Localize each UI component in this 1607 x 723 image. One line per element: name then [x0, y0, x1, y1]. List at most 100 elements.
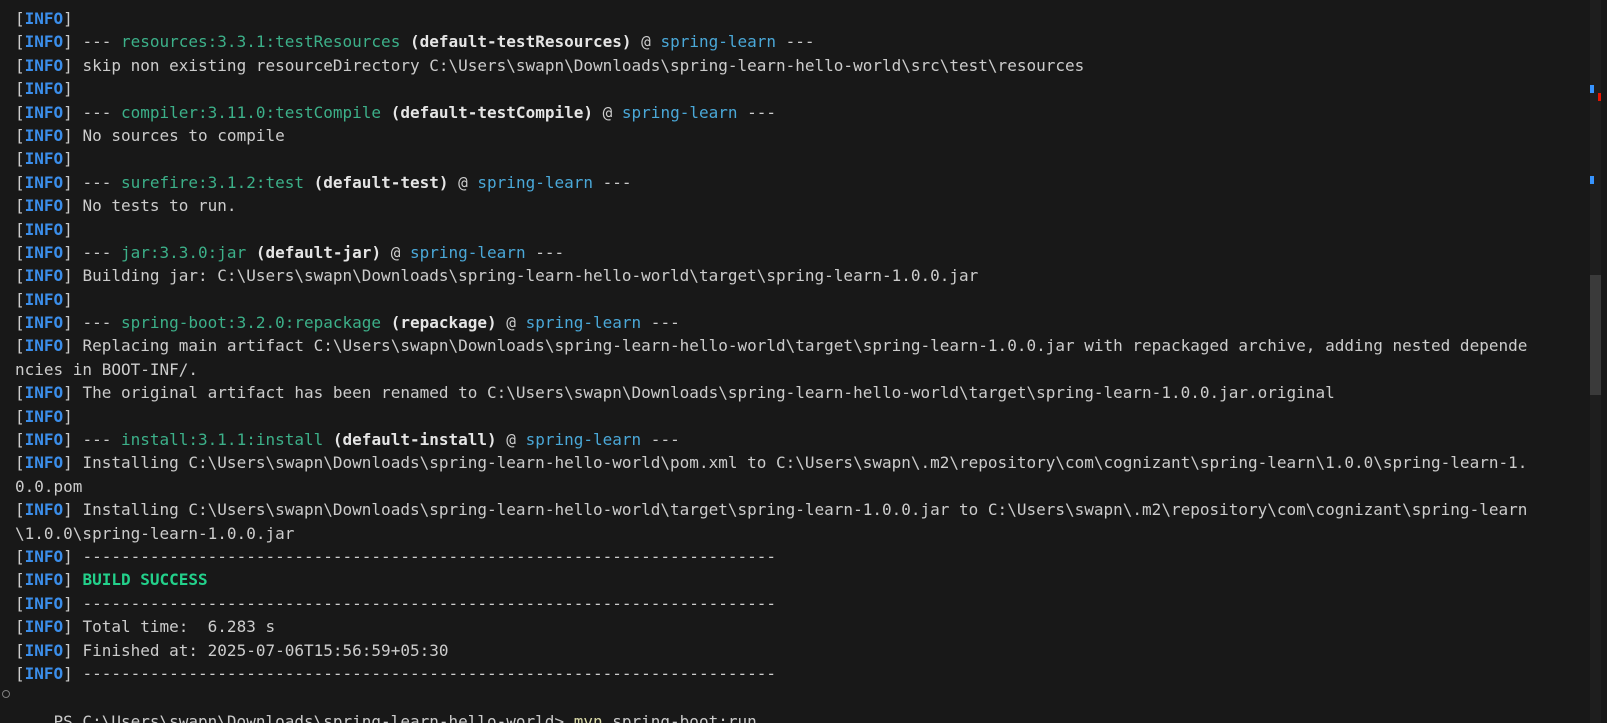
- terminal-text: ]: [63, 9, 73, 28]
- log-level-tag: INFO: [24, 125, 64, 145]
- terminal-text: @: [448, 172, 478, 192]
- terminal-prompt[interactable]: PS C:\Users\swapn\Downloads\spring-learn…: [15, 686, 757, 723]
- terminal-line: [INFO] --- install:3.1.1:install (defaul…: [15, 428, 1570, 451]
- scrollbar-thumb[interactable]: [1590, 275, 1601, 395]
- terminal-text: (default-jar): [255, 242, 382, 262]
- vertical-scrollbar[interactable]: [1590, 0, 1601, 723]
- log-level-tag: INFO: [24, 79, 64, 99]
- terminal-text: [: [15, 172, 25, 192]
- terminal-line: [INFO] --- spring-boot:3.2.0:repackage (…: [15, 311, 1570, 334]
- terminal-text: ]: [63, 79, 73, 99]
- terminal-text: [: [15, 383, 25, 403]
- terminal-text: @: [381, 242, 410, 262]
- terminal-line: \1.0.0\spring-learn-1.0.0.jar: [15, 522, 1570, 545]
- terminal-text: [: [15, 336, 25, 356]
- terminal-output: [INFO] [INFO] --- resources:3.3.1:testRes…: [15, 7, 1570, 685]
- terminal-line: [INFO] --- compiler:3.11.0:testCompile (…: [15, 101, 1570, 124]
- terminal-line: [INFO] The original artifact has been re…: [15, 381, 1570, 404]
- terminal-text: ] --------------------------------------…: [63, 546, 776, 566]
- terminal-text: spring-learn: [525, 430, 642, 450]
- log-level-tag: INFO: [24, 546, 64, 566]
- terminal-text: @: [593, 102, 622, 122]
- terminal-text: (default-install): [332, 430, 497, 450]
- terminal-text: compiler:3.11.0:testCompile: [120, 102, 382, 122]
- terminal-text: [: [15, 500, 25, 520]
- terminal-text: (repackage): [390, 313, 497, 333]
- terminal-line: [INFO] Finished at: 2025-07-06T15:56:59+…: [15, 639, 1570, 662]
- scrollbar-marker: [1590, 176, 1594, 184]
- terminal-text: [: [15, 32, 25, 52]
- terminal-line: 0.0.pom: [15, 475, 1570, 498]
- terminal-panel[interactable]: [INFO] [INFO] --- resources:3.3.1:testRes…: [0, 0, 1590, 723]
- terminal-text: spring-learn: [525, 313, 642, 333]
- terminal-text: ]: [63, 149, 73, 169]
- terminal-text: [: [15, 266, 25, 286]
- terminal-line: [INFO] Building jar: C:\Users\swapn\Down…: [15, 264, 1570, 287]
- terminal-text: (default-testCompile): [390, 102, 593, 122]
- terminal-text: surefire:3.1.2:test: [120, 172, 304, 192]
- terminal-line: [INFO] ---------------------------------…: [15, 662, 1570, 685]
- terminal-line: [INFO]: [15, 288, 1570, 311]
- terminal-line: [INFO] Installing C:\Users\swapn\Downloa…: [15, 498, 1570, 521]
- terminal-text: [: [15, 55, 25, 75]
- terminal-text: ] ---: [63, 32, 121, 52]
- terminal-text: ] ---: [63, 313, 121, 333]
- terminal-line: [INFO] No tests to run.: [15, 194, 1570, 217]
- terminal-text: install:3.1.1:install: [120, 430, 324, 450]
- log-level-tag: INFO: [24, 500, 64, 520]
- terminal-line: [INFO] skip non existing resourceDirecto…: [15, 54, 1570, 77]
- log-level-tag: INFO: [24, 55, 64, 75]
- terminal-text: ] ---: [63, 242, 121, 262]
- terminal-text: [: [15, 663, 25, 683]
- terminal-text: [: [15, 102, 25, 122]
- terminal-text: ] ---: [63, 102, 121, 122]
- terminal-line: [INFO] ---------------------------------…: [15, 545, 1570, 568]
- terminal-line: [INFO] Replacing main artifact C:\Users\…: [15, 334, 1570, 357]
- log-level-tag: INFO: [24, 663, 64, 683]
- terminal-line: [INFO] --- jar:3.3.0:jar (default-jar) @…: [15, 241, 1570, 264]
- terminal-line: [INFO]: [15, 218, 1570, 241]
- command-decoration-icon[interactable]: [2, 690, 10, 698]
- terminal-text: [: [15, 546, 25, 566]
- terminal-text: ---: [641, 313, 680, 333]
- terminal-text: @: [496, 313, 526, 333]
- log-level-tag: INFO: [24, 313, 64, 333]
- log-level-tag: INFO: [24, 406, 64, 426]
- terminal-text: spring-learn: [477, 172, 593, 192]
- terminal-line: [INFO] BUILD SUCCESS: [15, 568, 1570, 591]
- terminal-text: [: [15, 617, 25, 637]
- terminal-text: ---: [593, 172, 632, 192]
- log-level-tag: INFO: [24, 102, 64, 122]
- terminal-text: ] Total time: 6.283 s: [63, 617, 276, 637]
- terminal-text: ] No tests to run.: [63, 196, 237, 216]
- terminal-text: spring-learn: [409, 242, 526, 262]
- terminal-text: [: [15, 79, 25, 99]
- terminal-text: resources:3.3.1:testResources: [120, 32, 401, 52]
- log-level-tag: INFO: [24, 617, 64, 637]
- log-level-tag: INFO: [24, 149, 64, 169]
- terminal-text: [: [15, 149, 25, 169]
- terminal-text: ] Finished at: 2025-07-06T15:56:59+05:30: [63, 640, 449, 660]
- log-level-tag: INFO: [24, 196, 64, 216]
- terminal-text: ---: [641, 430, 680, 450]
- terminal-text: @: [496, 430, 526, 450]
- terminal-text: (default-testResources): [409, 32, 632, 52]
- terminal-line: [INFO] ---------------------------------…: [15, 592, 1570, 615]
- terminal-text: ] Installing C:\Users\swapn\Downloads\sp…: [63, 500, 1528, 520]
- terminal-text: [: [15, 289, 25, 309]
- terminal-line: [INFO]: [15, 147, 1570, 170]
- terminal-line: [INFO]: [15, 7, 1570, 30]
- terminal-text: ]: [63, 219, 73, 239]
- terminal-text: 0.0.pom: [15, 476, 83, 496]
- log-level-tag: INFO: [24, 9, 64, 28]
- terminal-text: spring-boot:3.2.0:repackage: [120, 313, 382, 333]
- terminal-line: [INFO] Total time: 6.283 s: [15, 615, 1570, 638]
- log-level-tag: INFO: [24, 172, 64, 192]
- terminal-text: [: [15, 196, 25, 216]
- terminal-text: spring-learn: [621, 102, 738, 122]
- terminal-text: ]: [63, 570, 83, 590]
